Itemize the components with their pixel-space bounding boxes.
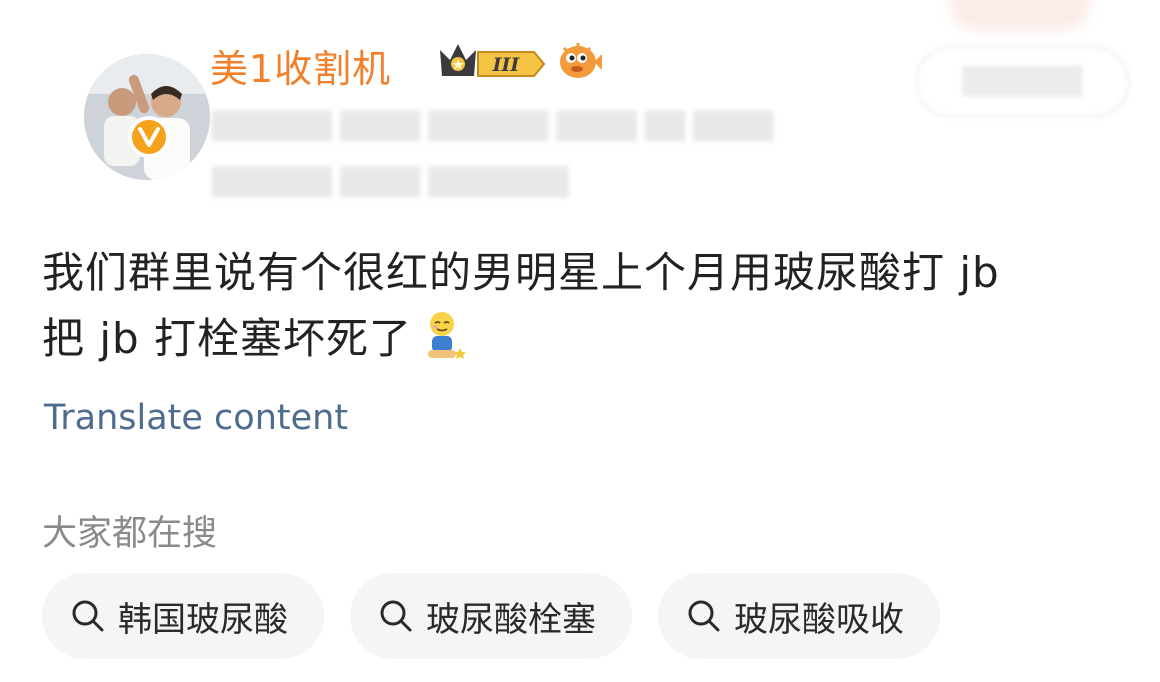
search-chip-label: 玻尿酸栓塞 (426, 599, 596, 640)
post-text-line-1: 我们群里说有个很红的男明星上个月用玻尿酸打 jb (42, 248, 1000, 297)
trending-search-chips: 韩国玻尿酸 玻尿酸栓塞 玻尿酸吸收 (42, 573, 940, 659)
search-icon (688, 600, 720, 632)
blurred-decoration (950, 0, 1090, 30)
search-chip[interactable]: 玻尿酸吸收 (658, 573, 940, 659)
verified-badge-icon (128, 116, 170, 158)
crown-level-badge-icon: III (436, 38, 548, 88)
translate-content-link[interactable]: Translate content (44, 398, 348, 438)
level-badge-text: III (492, 54, 521, 76)
kneeling-emoji-icon (424, 310, 468, 362)
post-text-line-2: 把 jb 打栓塞坏死了 (42, 306, 1132, 372)
search-chip[interactable]: 玻尿酸栓塞 (350, 573, 632, 659)
search-icon (380, 600, 412, 632)
trending-searches-title: 大家都在搜 (42, 514, 218, 554)
follow-button[interactable]: ██████ (915, 46, 1130, 118)
user-badges: III (436, 40, 602, 86)
search-chip-label: 玻尿酸吸收 (734, 599, 904, 640)
pufferfish-badge-icon (556, 40, 602, 86)
search-chip[interactable]: 韩国玻尿酸 (42, 573, 324, 659)
search-chip-label: 韩国玻尿酸 (118, 599, 288, 640)
post-text-line-2-text: 把 jb 打栓塞坏死了 (42, 314, 413, 363)
post-content: 我们群里说有个很红的男明星上个月用玻尿酸打 jb 把 jb 打栓塞坏死了 (42, 240, 1132, 372)
username[interactable]: 美1收割机 (210, 38, 391, 93)
post-source-blurred: ██████ ████ ███████ (212, 168, 569, 198)
post-metadata-blurred: ██████ ████ ██████ ████ ██ ████ (212, 112, 774, 142)
search-icon (72, 600, 104, 632)
